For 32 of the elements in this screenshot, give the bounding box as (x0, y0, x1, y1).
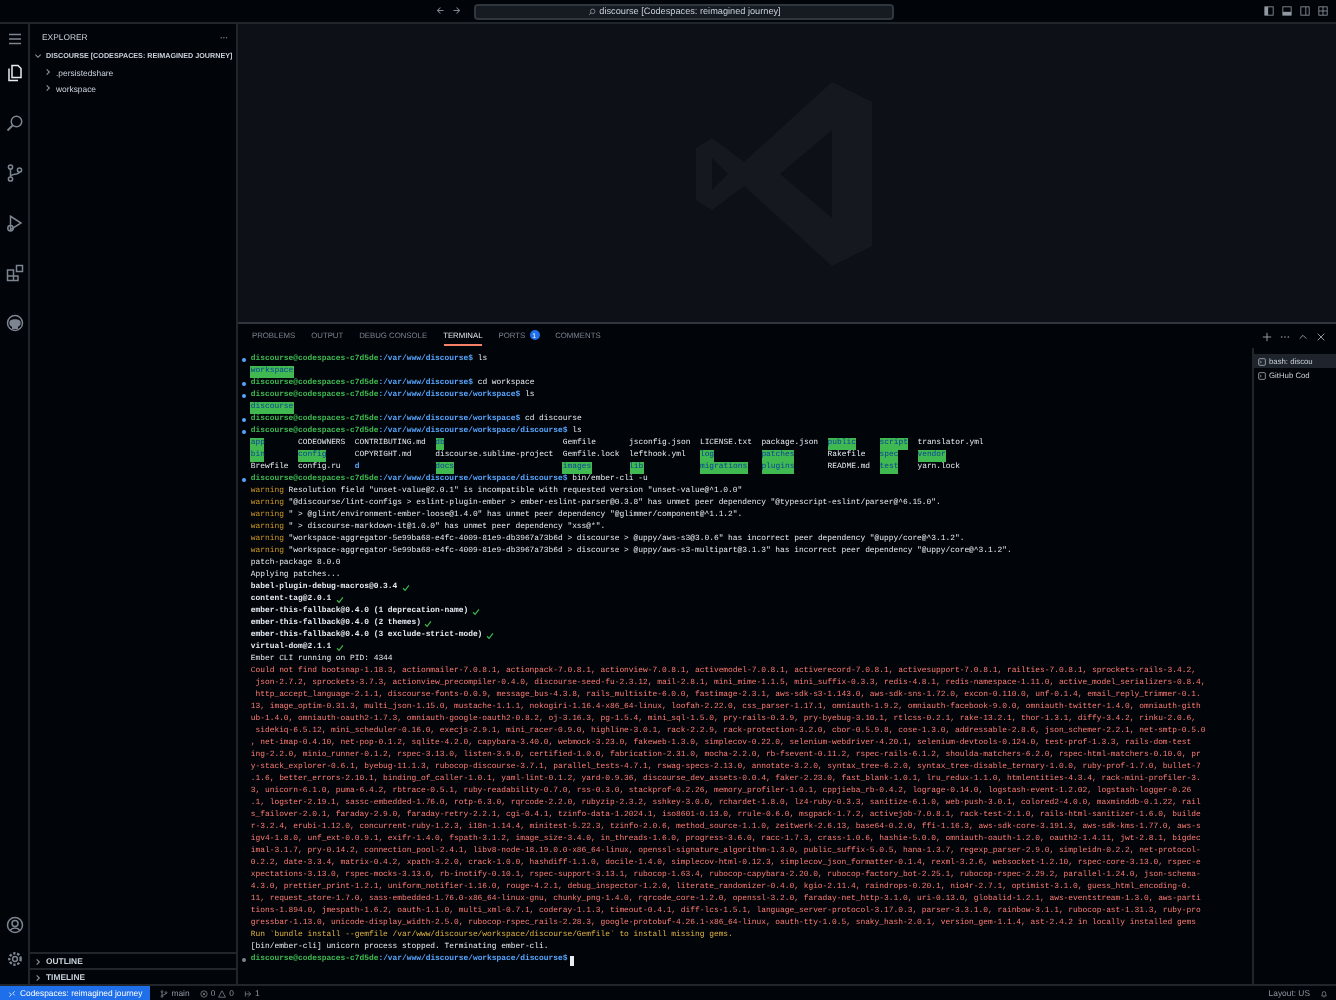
settings-icon[interactable] (5, 950, 23, 968)
notifications-icon[interactable] (1320, 989, 1328, 997)
run-debug-icon[interactable] (5, 214, 23, 232)
files-icon[interactable] (5, 64, 23, 82)
back-arrow-icon[interactable] (436, 6, 445, 16)
secondary-sidebar-icon[interactable] (1300, 6, 1310, 16)
terminal-icon (1258, 357, 1266, 365)
close-icon[interactable] (1316, 331, 1326, 341)
terminal-icon (1258, 371, 1266, 379)
check-icon (401, 584, 410, 592)
add-icon[interactable] (1262, 331, 1272, 341)
sidebar-toggle-icon[interactable] (1264, 6, 1274, 16)
layout-icon[interactable] (1318, 6, 1328, 16)
panel-toggle-icon[interactable] (1282, 6, 1292, 16)
search-icon[interactable] (5, 114, 23, 132)
check-icon (472, 608, 481, 616)
chevron-icon[interactable] (44, 84, 52, 92)
chevron-icon[interactable] (34, 973, 42, 981)
maximize-icon[interactable] (1298, 331, 1308, 341)
forward-arrow-icon[interactable] (451, 6, 460, 16)
chevron-icon[interactable] (34, 52, 42, 60)
check-icon (335, 596, 344, 604)
search-icon (587, 7, 596, 15)
account-icon[interactable] (5, 916, 23, 934)
source-control-icon[interactable] (5, 164, 23, 182)
chevron-icon[interactable] (34, 957, 42, 965)
extensions-icon[interactable] (5, 264, 23, 282)
chevron-icon[interactable] (44, 68, 52, 76)
check-icon (486, 632, 495, 640)
check-icon (335, 644, 344, 652)
check-icon (424, 620, 433, 628)
menu-icon[interactable] (5, 30, 23, 48)
